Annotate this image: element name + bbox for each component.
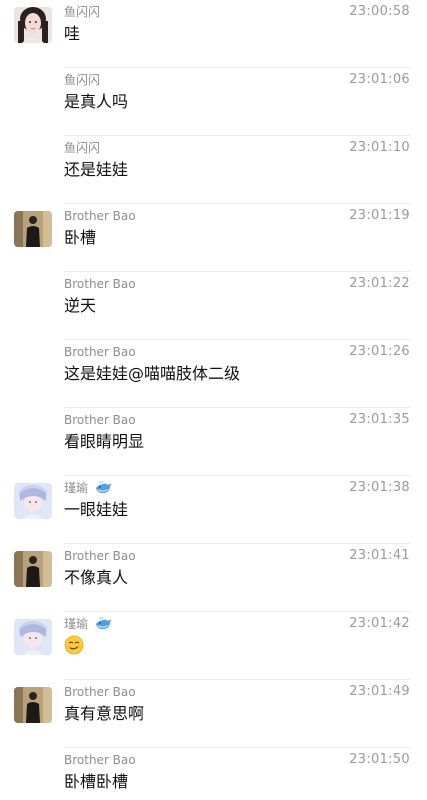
anime-avatar-icon bbox=[14, 483, 52, 519]
chat-message[interactable]: Brother Bao 23:01:49 真有意思啊 bbox=[0, 680, 427, 748]
message-time: 23:01:41 bbox=[349, 548, 410, 563]
chat-message[interactable]: 鱼闪闪 23:01:06 是真人吗 bbox=[0, 68, 427, 136]
message-text: 卧槽 bbox=[64, 228, 97, 247]
message-text: 还是娃娃 bbox=[64, 160, 129, 179]
message-time: 23:01:22 bbox=[349, 276, 410, 291]
sender-name: Brother Bao bbox=[64, 209, 136, 223]
message-text: 看眼睛明显 bbox=[64, 432, 145, 451]
chat-message[interactable]: Brother Bao 23:01:22 逆天 bbox=[0, 272, 427, 340]
message-text: 逆天 bbox=[64, 296, 97, 315]
chat-message[interactable]: 鱼闪闪 23:00:58 哇 bbox=[0, 0, 427, 68]
sender-name-text: 瑾瑜 bbox=[64, 481, 89, 495]
chat-message[interactable]: 鱼闪闪 23:01:10 还是娃娃 bbox=[0, 136, 427, 204]
sender-name: 鱼闪闪 bbox=[64, 73, 101, 87]
message-text: 一眼娃娃 bbox=[64, 500, 129, 519]
man-avatar-icon bbox=[14, 211, 52, 247]
message-time: 23:01:35 bbox=[349, 412, 410, 427]
sender-name: 瑾瑜 bbox=[64, 480, 112, 498]
message-time: 23:01:38 bbox=[349, 480, 410, 495]
message-time: 23:00:58 bbox=[349, 4, 410, 19]
chat-message[interactable]: Brother Bao 23:01:26 这是娃娃@喵喵肢体二级 bbox=[0, 340, 427, 408]
chat-history: 鱼闪闪 23:00:58 哇 鱼闪闪 23:01:06 是真人吗 鱼闪闪 23:… bbox=[0, 0, 427, 800]
sender-name: 瑾瑜 bbox=[64, 616, 112, 634]
message-time: 23:01:50 bbox=[349, 752, 410, 767]
chat-message[interactable]: 瑾瑜 23:01:38 一眼娃娃 bbox=[0, 476, 427, 544]
chat-message[interactable]: Brother Bao 23:01:50 卧槽卧槽 bbox=[0, 748, 427, 800]
message-time: 23:01:10 bbox=[349, 140, 410, 155]
man-avatar-icon bbox=[14, 687, 52, 723]
chat-message[interactable]: 瑾瑜 23:01:42 bbox=[0, 612, 427, 680]
sender-avatar[interactable] bbox=[14, 619, 52, 655]
sender-name: Brother Bao bbox=[64, 277, 136, 291]
whale-emoji-icon bbox=[95, 480, 112, 498]
sender-name: Brother Bao bbox=[64, 685, 136, 699]
man-avatar-icon bbox=[14, 551, 52, 587]
message-text: 卧槽卧槽 bbox=[64, 772, 129, 791]
message-text: 哇 bbox=[64, 24, 81, 43]
sender-name: 鱼闪闪 bbox=[64, 5, 101, 19]
sender-avatar[interactable] bbox=[14, 483, 52, 519]
sender-name: Brother Bao bbox=[64, 753, 136, 767]
message-time: 23:01:42 bbox=[349, 616, 410, 631]
message-text: 不像真人 bbox=[64, 568, 129, 587]
sender-avatar[interactable] bbox=[14, 551, 52, 587]
sender-avatar[interactable] bbox=[14, 687, 52, 723]
sender-name: Brother Bao bbox=[64, 549, 136, 563]
message-time: 23:01:26 bbox=[349, 344, 410, 359]
chat-message[interactable]: Brother Bao 23:01:41 不像真人 bbox=[0, 544, 427, 612]
sender-name: 鱼闪闪 bbox=[64, 141, 101, 155]
message-text: 真有意思啊 bbox=[64, 704, 145, 723]
sender-name: Brother Bao bbox=[64, 413, 136, 427]
sender-avatar[interactable] bbox=[14, 7, 52, 43]
sender-name: Brother Bao bbox=[64, 345, 136, 359]
sender-name-text: 瑾瑜 bbox=[64, 617, 89, 631]
message-time: 23:01:49 bbox=[349, 684, 410, 699]
girl-avatar-icon bbox=[14, 7, 52, 43]
anime-avatar-icon bbox=[14, 619, 52, 655]
chat-message[interactable]: Brother Bao 23:01:19 卧槽 bbox=[0, 204, 427, 272]
message-time: 23:01:19 bbox=[349, 208, 410, 223]
message-text: 这是娃娃@喵喵肢体二级 bbox=[64, 364, 241, 383]
sender-avatar[interactable] bbox=[14, 211, 52, 247]
message-text: 是真人吗 bbox=[64, 92, 129, 111]
message-content bbox=[64, 635, 84, 657]
smirk-emoji-icon bbox=[64, 635, 84, 655]
whale-emoji-icon bbox=[95, 616, 112, 634]
chat-message[interactable]: Brother Bao 23:01:35 看眼睛明显 bbox=[0, 408, 427, 476]
message-time: 23:01:06 bbox=[349, 72, 410, 87]
